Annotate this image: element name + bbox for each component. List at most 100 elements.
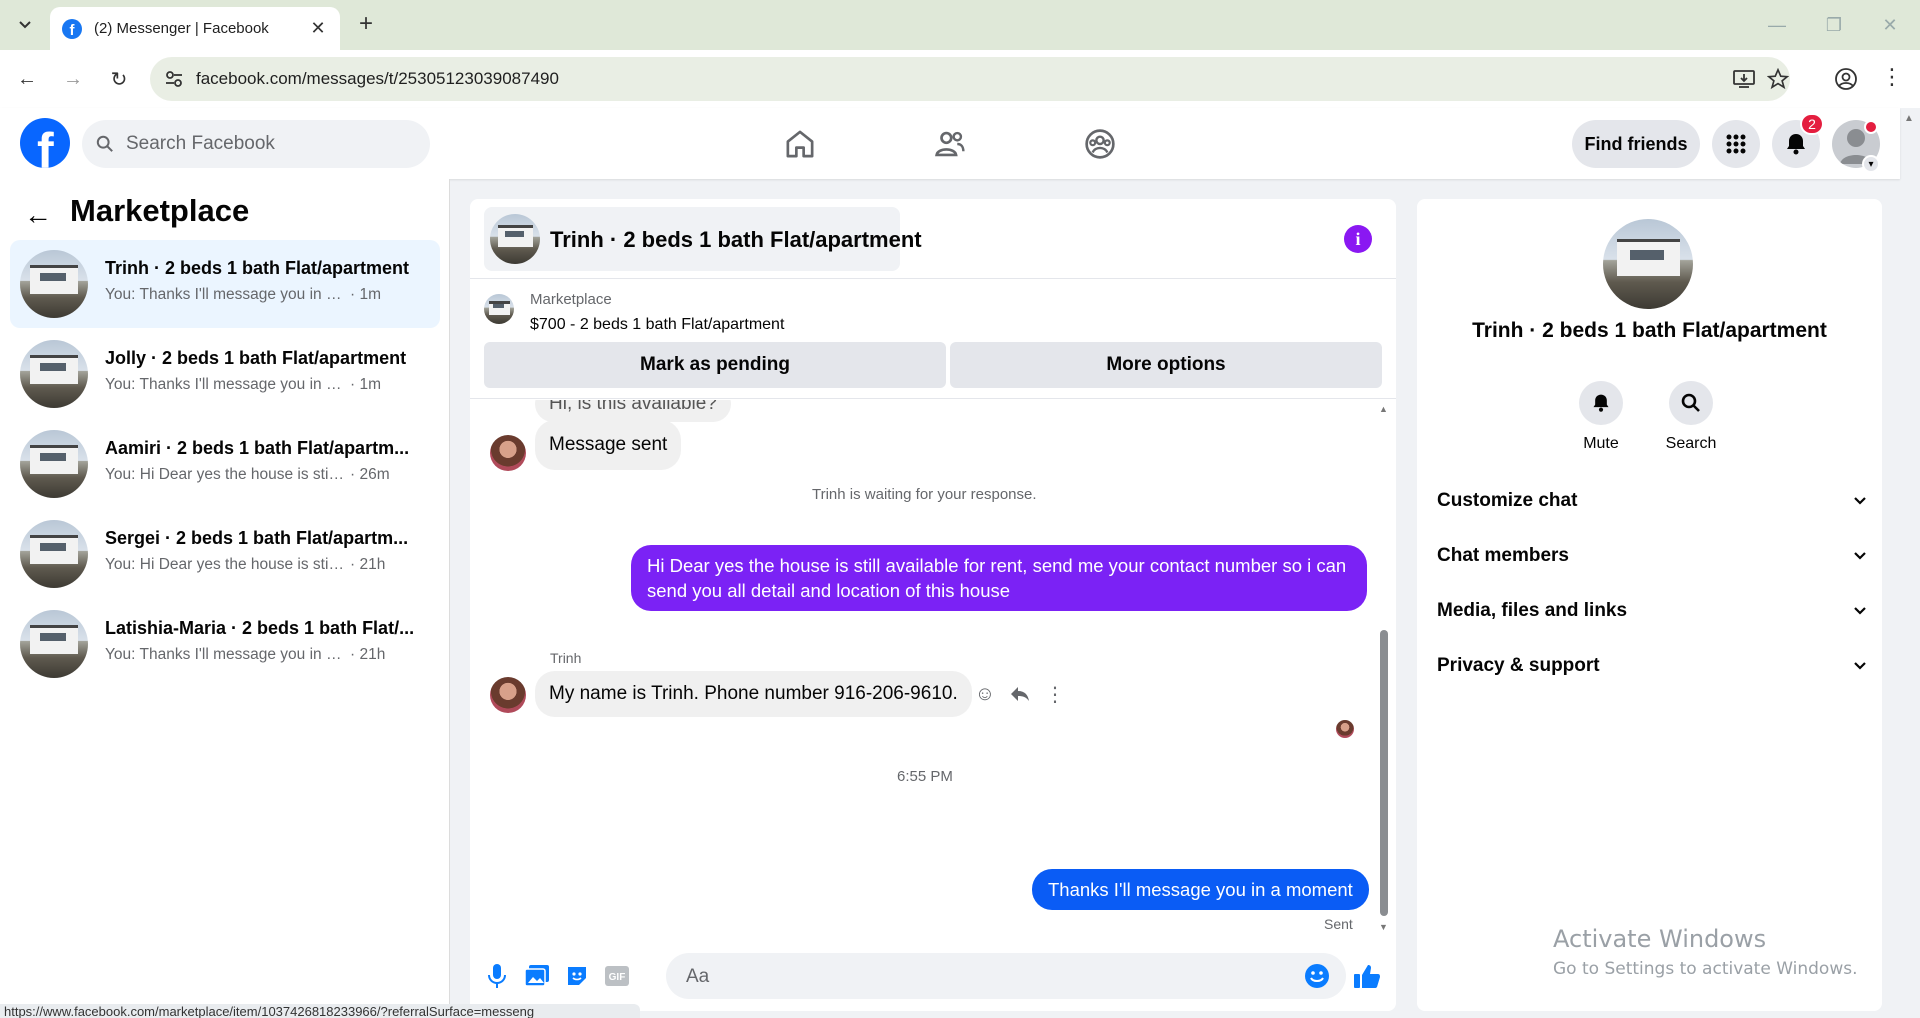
- notification-badge: 2: [1800, 113, 1824, 135]
- tab-close-icon[interactable]: ✕: [308, 18, 328, 39]
- waiting-notice: Trinh is waiting for your response.: [812, 486, 1037, 503]
- reload-icon[interactable]: ↻: [104, 64, 134, 94]
- facebook-logo[interactable]: f: [20, 118, 70, 168]
- conversation-preview: You: Thanks I'll message you in a mo...: [105, 286, 345, 303]
- friends-icon[interactable]: [930, 124, 970, 164]
- bookmark-star-icon[interactable]: [1766, 67, 1790, 91]
- home-icon[interactable]: [780, 124, 820, 164]
- address-bar[interactable]: facebook.com/messages/t/2530512303908749…: [150, 57, 1790, 101]
- conversation-time: · 21h: [350, 646, 386, 663]
- tab-list-button[interactable]: [10, 12, 40, 38]
- reply-icon[interactable]: [1007, 681, 1033, 707]
- conversation-info-icon[interactable]: i: [1344, 225, 1372, 253]
- facebook-header: f Search Facebook Find friends: [0, 108, 1900, 179]
- conversation-preview: You: Hi Dear yes the house is still ava.…: [105, 556, 345, 573]
- conversation-time: · 1m: [350, 376, 381, 393]
- chat-panel: Trinh · 2 beds 1 bath Flat/apartment i M…: [470, 199, 1396, 1011]
- new-tab-button[interactable]: +: [352, 10, 380, 38]
- message-bubble-incoming: Hi, is this available?: [535, 400, 731, 422]
- sender-avatar: [490, 677, 526, 713]
- media-files-links-section[interactable]: Media, files and links: [1437, 591, 1867, 631]
- gif-icon[interactable]: GIF: [602, 961, 632, 991]
- sender-avatar: [490, 435, 526, 471]
- conversation-time: · 21h: [350, 556, 386, 573]
- conversation-time: · 26m: [350, 466, 390, 483]
- photo-icon[interactable]: [522, 961, 552, 991]
- search-action[interactable]: Search: [1651, 381, 1731, 453]
- close-window-icon[interactable]: ✕: [1870, 10, 1910, 40]
- page-scroll-up-icon[interactable]: ▲: [1904, 113, 1914, 124]
- conversation-item[interactable]: Jolly · 2 beds 1 bath Flat/apartment You…: [10, 330, 440, 418]
- account-alert-dot: [1864, 120, 1878, 134]
- facebook-favicon-icon: f: [62, 18, 82, 39]
- conversation-item[interactable]: Sergei · 2 beds 1 bath Flat/apartm... Yo…: [10, 510, 440, 598]
- marketplace-sidebar: ← Marketplace Trinh · 2 beds 1 bath Flat…: [0, 179, 450, 1018]
- link-status-bar: https://www.facebook.com/marketplace/ite…: [0, 1004, 640, 1018]
- chevron-down-icon: [1854, 607, 1866, 615]
- listing-price-title[interactable]: $700 - 2 beds 1 bath Flat/apartment: [530, 316, 784, 334]
- listing-thumbnail: [20, 250, 88, 318]
- activate-windows-watermark: Activate Windows Go to Settings to activ…: [1553, 925, 1858, 979]
- forward-icon[interactable]: →: [58, 64, 88, 94]
- emoji-icon[interactable]: [1304, 963, 1330, 989]
- sender-label: Trinh: [550, 650, 582, 666]
- restore-icon[interactable]: ❐: [1814, 10, 1854, 40]
- mute-label: Mute: [1583, 435, 1619, 452]
- scrollbar-thumb[interactable]: [1380, 630, 1388, 916]
- info-name: Trinh · 2 beds 1 bath Flat/apartment: [1472, 319, 1827, 342]
- browser-profile-icon[interactable]: [1834, 67, 1858, 91]
- conversation-name: Aamiri · 2 beds 1 bath Flat/apartm...: [105, 438, 410, 458]
- section-label: Media, files and links: [1437, 600, 1628, 621]
- search-icon[interactable]: [1669, 381, 1713, 425]
- thumbs-up-icon[interactable]: [1352, 961, 1382, 991]
- chat-members-section[interactable]: Chat members: [1437, 536, 1867, 576]
- install-app-icon[interactable]: [1732, 67, 1756, 91]
- back-icon[interactable]: ←: [12, 64, 42, 94]
- conversation-item[interactable]: Trinh · 2 beds 1 bath Flat/apartment You…: [10, 240, 440, 328]
- listing-thumbnail[interactable]: [484, 294, 514, 324]
- minimize-icon[interactable]: —: [1757, 10, 1797, 40]
- browser-tab-active[interactable]: f (2) Messenger | Facebook ✕: [50, 7, 340, 50]
- react-emoji-icon[interactable]: ☺: [972, 681, 998, 707]
- menu-grid-icon[interactable]: [1712, 120, 1760, 168]
- conversation-name: Trinh · 2 beds 1 bath Flat/apartment: [105, 258, 410, 278]
- watermark-line2: Go to Settings to activate Windows.: [1553, 959, 1858, 979]
- listing-source: Marketplace: [530, 291, 612, 308]
- conversation-preview: You: Thanks I'll message you in a mo...: [105, 376, 345, 393]
- timestamp: 6:55 PM: [897, 768, 953, 785]
- sticker-icon[interactable]: [562, 961, 592, 991]
- chat-header: Trinh · 2 beds 1 bath Flat/apartment i: [470, 199, 1396, 279]
- browser-toolbar: ← → ↻ facebook.com/messages/t/2530512303…: [0, 50, 1920, 108]
- groups-icon[interactable]: [1080, 124, 1120, 164]
- conversation-item[interactable]: Aamiri · 2 beds 1 bath Flat/apartm... Yo…: [10, 420, 440, 508]
- listing-thumbnail: [20, 520, 88, 588]
- mute-bell-icon[interactable]: [1579, 381, 1623, 425]
- customize-chat-section[interactable]: Customize chat: [1437, 481, 1867, 521]
- conversation-item[interactable]: Latishia-Maria · 2 beds 1 bath Flat/... …: [10, 600, 440, 688]
- tab-title: (2) Messenger | Facebook: [94, 20, 269, 37]
- browser-menu-icon[interactable]: ⋮: [1880, 64, 1904, 94]
- mute-action[interactable]: Mute: [1561, 381, 1641, 453]
- info-listing-avatar[interactable]: [1603, 219, 1693, 309]
- facebook-search-input[interactable]: Search Facebook: [82, 120, 430, 168]
- conversation-name: Sergei · 2 beds 1 bath Flat/apartm...: [105, 528, 409, 548]
- more-actions-icon[interactable]: ⋮: [1042, 681, 1068, 707]
- message-input-placeholder: Aa: [686, 966, 710, 987]
- privacy-support-section[interactable]: Privacy & support: [1437, 646, 1867, 686]
- chat-title-button[interactable]: Trinh · 2 beds 1 bath Flat/apartment: [484, 207, 922, 271]
- microphone-icon[interactable]: [482, 961, 512, 991]
- message-scrollbar[interactable]: ▲ ▼: [1378, 404, 1390, 934]
- site-settings-icon[interactable]: [164, 69, 184, 89]
- mark-as-pending-button[interactable]: Mark as pending: [484, 342, 946, 388]
- find-friends-button[interactable]: Find friends: [1572, 120, 1700, 168]
- chevron-down-icon: [1854, 662, 1866, 670]
- sent-status: Sent: [1324, 916, 1353, 932]
- more-options-button[interactable]: More options: [950, 342, 1382, 388]
- search-icon: [96, 135, 113, 152]
- message-bubble-incoming: Message sent: [535, 420, 682, 470]
- account-chevron-icon[interactable]: ▾: [1862, 155, 1880, 173]
- chat-thumbnail: [490, 214, 540, 264]
- back-arrow-icon[interactable]: ←: [24, 199, 52, 231]
- message-input[interactable]: Aa: [666, 953, 1346, 999]
- section-label: Privacy & support: [1437, 655, 1600, 676]
